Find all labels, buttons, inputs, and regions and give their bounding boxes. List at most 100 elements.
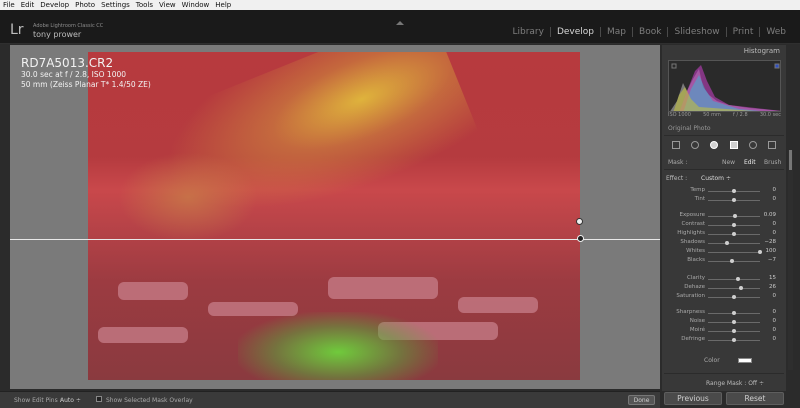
divider bbox=[664, 135, 784, 136]
module-slideshow[interactable]: Slideshow bbox=[667, 27, 725, 37]
right-panel: Histogram ISO 1000 50 mm f / 2.8 30.0 se… bbox=[662, 45, 786, 391]
slider-tint[interactable]: Tint 0 bbox=[666, 196, 782, 205]
slider-knob[interactable] bbox=[758, 250, 762, 254]
slider-track[interactable] bbox=[708, 252, 760, 253]
reset-button[interactable]: Reset bbox=[726, 392, 784, 405]
mask-label: Mask : bbox=[668, 159, 688, 166]
slider-knob[interactable] bbox=[732, 189, 736, 193]
slider-track[interactable] bbox=[708, 288, 760, 289]
slider-moir[interactable]: Moiré 0 bbox=[666, 327, 782, 336]
slider-highlights[interactable]: Highlights 0 bbox=[666, 230, 782, 239]
effect-preset-select[interactable]: Custom ÷ bbox=[701, 175, 731, 182]
range-mask-select[interactable]: Range Mask : Off ÷ bbox=[706, 380, 764, 387]
slider-value[interactable]: 0 bbox=[773, 318, 777, 324]
slider-value[interactable]: 0 bbox=[773, 336, 777, 342]
slider-saturation[interactable]: Saturation 0 bbox=[666, 293, 782, 302]
menu-settings[interactable]: Settings bbox=[101, 1, 130, 9]
menu-edit[interactable]: Edit bbox=[21, 1, 35, 9]
mask-overlay-checkbox[interactable] bbox=[96, 396, 102, 402]
module-print[interactable]: Print bbox=[725, 27, 760, 37]
slider-knob[interactable] bbox=[732, 329, 736, 333]
menu-window[interactable]: Window bbox=[182, 1, 210, 9]
slider-value[interactable]: 0 bbox=[773, 293, 777, 299]
slider-value[interactable]: 100 bbox=[766, 248, 777, 254]
slider-defringe[interactable]: Defringe 0 bbox=[666, 336, 782, 345]
slider-clarity[interactable]: Clarity 15 bbox=[666, 275, 782, 284]
slider-value[interactable]: 0 bbox=[773, 196, 777, 202]
done-button[interactable]: Done bbox=[628, 395, 655, 405]
slider-value[interactable]: 15 bbox=[769, 275, 776, 281]
slider-knob[interactable] bbox=[732, 232, 736, 236]
slider-noise[interactable]: Noise 0 bbox=[666, 318, 782, 327]
scrollbar-thumb[interactable] bbox=[789, 150, 792, 170]
spot-removal-icon[interactable] bbox=[690, 141, 699, 149]
slider-knob[interactable] bbox=[732, 311, 736, 315]
histogram-title[interactable]: Histogram bbox=[662, 47, 780, 55]
slider-value[interactable]: 0 bbox=[773, 221, 777, 227]
slider-label: Blacks bbox=[687, 257, 705, 263]
filter-rotate-pin[interactable] bbox=[576, 218, 583, 225]
mask-new-button[interactable]: New bbox=[722, 159, 735, 166]
menu-tools[interactable]: Tools bbox=[136, 1, 153, 9]
slider-knob[interactable] bbox=[732, 198, 736, 202]
crop-tool-icon[interactable] bbox=[671, 141, 680, 149]
slider-sharpness[interactable]: Sharpness 0 bbox=[666, 309, 782, 318]
module-web[interactable]: Web bbox=[759, 27, 792, 37]
radial-filter-icon[interactable] bbox=[748, 141, 757, 149]
slider-value[interactable]: 0 bbox=[773, 309, 777, 315]
filter-center-pin[interactable] bbox=[577, 235, 584, 242]
slider-value[interactable]: 0.09 bbox=[764, 212, 776, 218]
slider-whites[interactable]: Whites 100 bbox=[666, 248, 782, 257]
mask-edit-button[interactable]: Edit bbox=[744, 159, 756, 166]
mask-brush-button[interactable]: Brush bbox=[764, 159, 781, 166]
slider-temp[interactable]: Temp 0 bbox=[666, 187, 782, 196]
show-edit-pins-select[interactable]: Auto ÷ bbox=[60, 397, 81, 404]
slider-knob[interactable] bbox=[729, 259, 734, 263]
graduated-filter-icon[interactable] bbox=[729, 141, 738, 149]
slider-value[interactable]: −28 bbox=[764, 239, 776, 245]
image-viewer[interactable]: RD7A5013.CR2 30.0 sec at f / 2.8, ISO 10… bbox=[10, 45, 660, 389]
adjustment-brush-icon[interactable] bbox=[768, 141, 777, 149]
slider-track[interactable] bbox=[708, 279, 760, 280]
photo-canvas[interactable] bbox=[88, 52, 580, 380]
slider-knob[interactable] bbox=[738, 286, 743, 290]
slider-exposure[interactable]: Exposure 0.09 bbox=[666, 212, 782, 221]
slider-value[interactable]: 0 bbox=[773, 187, 777, 193]
menu-help[interactable]: Help bbox=[215, 1, 231, 9]
slider-knob[interactable] bbox=[732, 320, 736, 324]
slider-dehaze[interactable]: Dehaze 26 bbox=[666, 284, 782, 293]
slider-knob[interactable] bbox=[732, 295, 736, 299]
slider-value[interactable]: 0 bbox=[773, 230, 777, 236]
right-panel-scrollbar[interactable] bbox=[788, 150, 793, 370]
graduated-filter-line[interactable] bbox=[10, 239, 660, 240]
slider-blacks[interactable]: Blacks −7 bbox=[666, 257, 782, 266]
slider-track[interactable] bbox=[708, 243, 760, 244]
slider-value[interactable]: −7 bbox=[768, 257, 776, 263]
menu-view[interactable]: View bbox=[159, 1, 176, 9]
module-library[interactable]: Library bbox=[506, 27, 549, 37]
module-map[interactable]: Map bbox=[600, 27, 632, 37]
menu-photo[interactable]: Photo bbox=[75, 1, 95, 9]
slider-shadows[interactable]: Shadows −28 bbox=[666, 239, 782, 248]
original-photo-toggle[interactable]: Original Photo bbox=[668, 125, 711, 132]
slider-track[interactable] bbox=[708, 261, 760, 262]
slider-value[interactable]: 0 bbox=[773, 327, 777, 333]
menu-develop[interactable]: Develop bbox=[40, 1, 69, 9]
slider-knob[interactable] bbox=[732, 338, 736, 342]
slider-knob[interactable] bbox=[732, 214, 737, 218]
module-book[interactable]: Book bbox=[632, 27, 667, 37]
ice-floe bbox=[458, 297, 538, 313]
slider-contrast[interactable]: Contrast 0 bbox=[666, 221, 782, 230]
slider-knob[interactable] bbox=[736, 277, 741, 281]
slider-label: Clarity bbox=[687, 275, 705, 281]
menu-file[interactable]: File bbox=[3, 1, 15, 9]
slider-knob[interactable] bbox=[732, 223, 736, 227]
collapse-top-panel-icon[interactable] bbox=[396, 21, 404, 25]
slider-knob[interactable] bbox=[724, 241, 729, 245]
color-swatch[interactable] bbox=[738, 358, 752, 363]
slider-label: Dehaze bbox=[684, 284, 705, 290]
previous-button[interactable]: Previous bbox=[664, 392, 722, 405]
module-develop[interactable]: Develop bbox=[549, 27, 600, 37]
slider-value[interactable]: 26 bbox=[769, 284, 776, 290]
red-eye-icon[interactable] bbox=[710, 141, 719, 149]
